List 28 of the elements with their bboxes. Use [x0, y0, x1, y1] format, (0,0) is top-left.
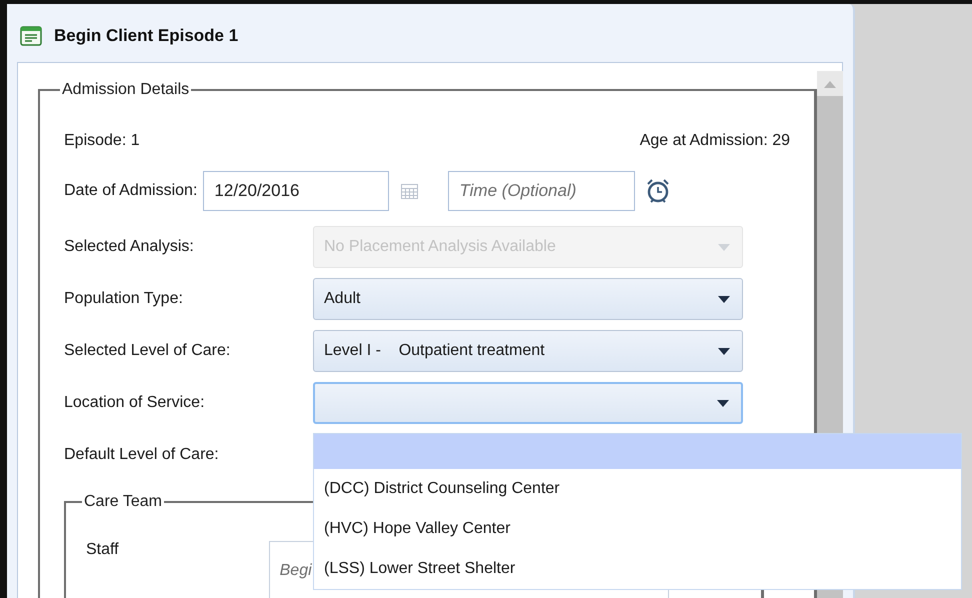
dropdown-field[interactable] — [313, 382, 743, 424]
group-title: Admission Details — [61, 81, 190, 99]
field-label: Location of Service: — [64, 394, 206, 412]
group-title: Care Team — [83, 493, 163, 511]
dropdown-option[interactable]: (HVC) Hope Valley Center — [314, 509, 961, 549]
dropdown-option[interactable]: (DCC) District Counseling Center — [314, 469, 961, 509]
window-title: Begin Client Episode 1 — [54, 26, 238, 46]
date-field[interactable]: 12/20/2016 — [203, 171, 390, 211]
age-label: Age at Admission: 29 — [640, 132, 790, 150]
field-label: Selected Analysis: — [64, 238, 195, 256]
alarm-clock-icon[interactable] — [645, 178, 672, 204]
caret-icon[interactable] — [718, 296, 730, 302]
dropdown-field[interactable]: Level I - Outpatient treatment — [313, 330, 743, 372]
dropdown-option[interactable] — [314, 434, 961, 469]
time-field[interactable]: Time (Optional) — [448, 171, 636, 211]
date-label: Date of Admission: — [64, 182, 198, 200]
field-label: Default Level of Care: — [64, 446, 220, 464]
dropdown-field[interactable]: Adult — [313, 278, 743, 320]
staff-label: Staff — [86, 541, 119, 559]
form-icon — [20, 26, 42, 46]
field-label: Selected Level of Care: — [64, 342, 232, 360]
dropdown-option[interactable]: (LSS) Lower Street Shelter — [314, 549, 961, 589]
caret-icon[interactable] — [718, 348, 730, 354]
field-label: Population Type: — [64, 290, 184, 308]
scroll-up-icon[interactable] — [824, 81, 836, 88]
episode-label: Episode: 1 — [64, 132, 140, 150]
calendar-icon[interactable] — [401, 184, 418, 198]
caret-icon[interactable] — [717, 400, 729, 406]
